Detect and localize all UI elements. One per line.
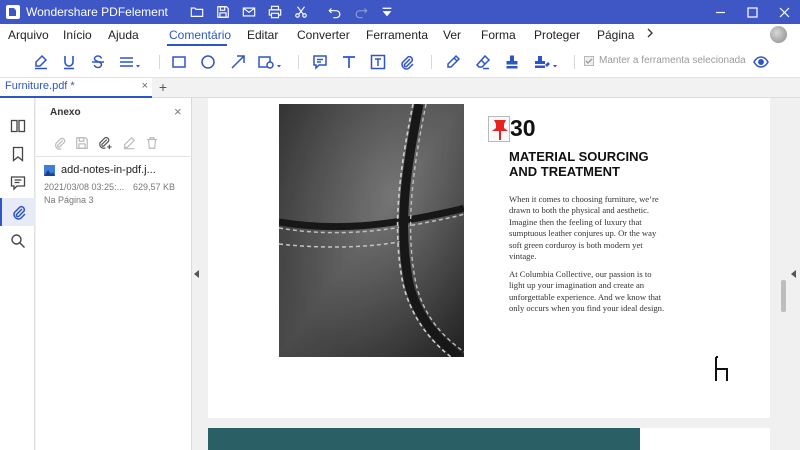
underline-icon[interactable] [58, 52, 80, 72]
tab-furniture-pdf[interactable]: Furniture.pdf * × [0, 78, 152, 98]
section-number: 30 [510, 115, 536, 141]
arrow-icon[interactable] [227, 52, 249, 72]
menu-arquivo[interactable]: Arquivo [8, 28, 49, 42]
strikethrough-icon[interactable] [87, 52, 109, 72]
menu-inicio[interactable]: Início [63, 28, 92, 42]
shape-dropdown-icon[interactable] [255, 52, 285, 72]
text-box-icon[interactable] [338, 52, 360, 72]
avatar[interactable] [770, 26, 787, 43]
image-file-icon [44, 165, 55, 176]
toolbar-divider [298, 55, 299, 69]
pencil-icon[interactable] [442, 52, 464, 72]
add-attachment-icon[interactable] [96, 134, 114, 152]
attachments-icon[interactable] [0, 198, 35, 226]
attachment-size: 629,57 KB [133, 182, 176, 192]
title-bar: Wondershare PDFelement [0, 0, 800, 24]
undo-icon[interactable] [322, 0, 348, 24]
toolbar-divider [574, 55, 575, 69]
menu-editar[interactable]: Editar [247, 28, 278, 42]
document-viewer[interactable]: 30 MATERIAL SOURCING AND TREATMENT When … [193, 98, 800, 450]
toolbar-divider [159, 55, 160, 69]
section-heading: MATERIAL SOURCING AND TREATMENT [509, 149, 649, 179]
menu-bar: Arquivo Início Ajuda Comentário Editar C… [0, 24, 800, 46]
keep-tool-checkbox[interactable] [584, 55, 594, 66]
minimize-icon[interactable] [704, 0, 736, 24]
teal-banner [208, 428, 640, 450]
keep-tool-label: Manter a ferramenta selecionada [599, 55, 746, 66]
maximize-icon[interactable] [736, 0, 768, 24]
app-title: Wondershare PDFelement [26, 5, 168, 19]
comment-toolbar: Manter a ferramenta selecionada [0, 46, 800, 78]
chair-illustration-icon [715, 356, 728, 381]
highlight-icon[interactable] [30, 52, 52, 72]
text-markup-dropdown-icon[interactable] [116, 52, 144, 72]
save-attachment-icon[interactable] [73, 134, 91, 152]
body-paragraph: At Columbia Collective, our passion is t… [509, 269, 665, 314]
menu-ferramenta[interactable]: Ferramenta [366, 28, 428, 42]
redo-icon[interactable] [348, 0, 374, 24]
attachment-page: Na Página 3 [44, 195, 94, 205]
rectangle-icon[interactable] [168, 52, 190, 72]
menu-ajuda[interactable]: Ajuda [108, 28, 139, 42]
search-icon[interactable] [0, 227, 35, 255]
menu-converter[interactable]: Converter [297, 28, 350, 42]
toolbar-divider [431, 55, 432, 69]
left-sidebar [0, 98, 35, 450]
pdf-page [208, 428, 770, 450]
save-icon[interactable] [210, 0, 236, 24]
pdfelement-logo-icon [6, 5, 20, 19]
attach-file-icon[interactable] [396, 52, 418, 72]
attachment-panel: Anexo × add-notes-in-pdf.j... 2021/03/08… [36, 98, 192, 450]
attachment-name[interactable]: add-notes-in-pdf.j... [61, 164, 156, 176]
leather-stitching-photo [279, 104, 464, 357]
bookmark-icon[interactable] [0, 140, 35, 168]
eraser-icon[interactable] [472, 52, 494, 72]
stamp-icon[interactable] [501, 52, 523, 72]
attachment-date: 2021/03/08 03:25:... [44, 182, 125, 192]
thumbnails-icon[interactable] [0, 112, 35, 140]
edit-attachment-icon[interactable] [120, 134, 138, 152]
tab-label: Furniture.pdf * [5, 80, 75, 92]
new-tab-button[interactable]: + [156, 78, 170, 98]
pdf-page: 30 MATERIAL SOURCING AND TREATMENT When … [208, 98, 770, 418]
panel-title: Anexo [50, 107, 81, 118]
email-icon[interactable] [236, 0, 262, 24]
menu-proteger[interactable]: Proteger [534, 28, 580, 42]
hide-comments-eye-icon[interactable] [750, 52, 772, 72]
signature-dropdown-icon[interactable] [531, 52, 561, 72]
comments-icon[interactable] [0, 169, 35, 197]
collapse-right-panel-arrow-icon[interactable] [791, 270, 797, 278]
chevron-right-icon[interactable] [646, 26, 654, 43]
open-attachment-icon[interactable] [51, 134, 69, 152]
menu-pagina[interactable]: Página [597, 28, 634, 42]
text-callout-icon[interactable] [367, 52, 389, 72]
keep-tool-selected-toggle[interactable]: Manter a ferramenta selecionada [584, 55, 746, 66]
close-window-icon[interactable] [768, 0, 800, 24]
attachment-pin-icon[interactable] [488, 116, 510, 142]
print-icon[interactable] [262, 0, 288, 24]
vertical-scrollbar-thumb[interactable] [781, 280, 786, 312]
close-tab-icon[interactable]: × [142, 78, 148, 95]
collapse-panel-arrow-icon[interactable] [194, 270, 200, 278]
menu-ver[interactable]: Ver [443, 28, 461, 42]
menu-forma[interactable]: Forma [481, 28, 516, 42]
close-panel-icon[interactable]: × [174, 104, 182, 119]
cut-icon[interactable] [288, 0, 314, 24]
sticky-note-icon[interactable] [309, 52, 331, 72]
customize-dropdown-icon[interactable] [374, 0, 400, 24]
oval-icon[interactable] [197, 52, 219, 72]
menu-comentario[interactable]: Comentário [169, 28, 231, 42]
delete-attachment-icon[interactable] [143, 134, 161, 152]
panel-divider [36, 156, 192, 157]
open-folder-icon[interactable] [184, 0, 210, 24]
body-paragraph: When it comes to choosing furniture, we’… [509, 194, 659, 262]
document-tab-bar: Furniture.pdf * × + [0, 78, 800, 98]
